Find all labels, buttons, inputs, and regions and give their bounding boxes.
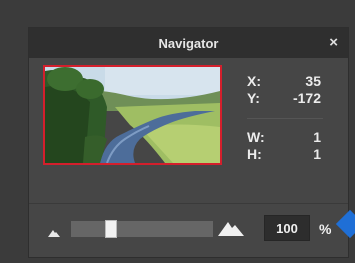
w-value: 1 [313, 129, 321, 145]
x-value: 35 [305, 73, 321, 89]
navigator-preview-thumbnail[interactable] [43, 65, 222, 165]
y-value: -172 [292, 90, 321, 106]
size-readout: W: 1 H: 1 [247, 129, 321, 169]
y-label: Y: [247, 90, 260, 106]
x-label: X: [247, 73, 261, 89]
panel-titlebar[interactable]: Navigator × [29, 28, 348, 58]
accent-diamond-marker [335, 209, 355, 239]
zoom-slider[interactable] [71, 220, 213, 238]
coordinates-readout: X: 35 Y: -172 [247, 73, 321, 113]
footer-divider [29, 203, 348, 204]
zoom-in-icon[interactable] [218, 220, 244, 236]
zoom-percent-input[interactable] [264, 215, 310, 241]
w-label: W: [247, 129, 265, 145]
landscape-thumbnail-image [45, 67, 220, 163]
percent-sign: % [319, 221, 332, 237]
readout-divider [247, 118, 323, 119]
h-value: 1 [313, 146, 321, 162]
zoom-slider-thumb[interactable] [105, 220, 117, 238]
close-icon[interactable]: × [329, 35, 338, 50]
panel-title: Navigator [158, 36, 219, 51]
navigator-panel: Navigator × X: 35 Y: -172 W: 1 H: 1 100 … [28, 27, 355, 258]
h-label: H: [247, 146, 262, 162]
zoom-out-icon[interactable] [48, 229, 60, 237]
